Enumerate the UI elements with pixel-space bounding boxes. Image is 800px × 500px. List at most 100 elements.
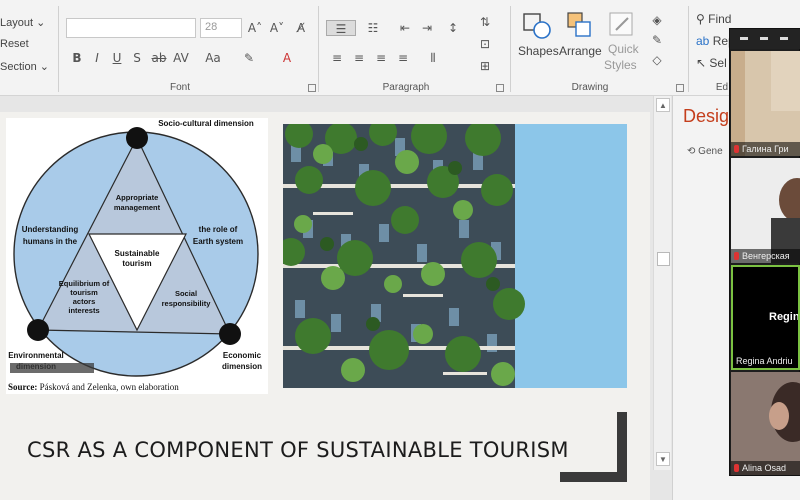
align-right-icon[interactable]: ≡ (372, 50, 390, 66)
top-label: Socio-cultural dimension (158, 119, 254, 128)
participant-tile[interactable]: Галина Гри (731, 51, 800, 156)
sustainability-diagram[interactable]: Socio-cultural dimension Understanding h… (6, 118, 268, 394)
participant-name: Венгерская (731, 249, 800, 263)
grow-font-icon[interactable]: A˄ (246, 20, 264, 36)
designer-title: Desig (683, 106, 730, 126)
reset-button[interactable]: Reset (0, 38, 29, 50)
vertical-scrollbar[interactable]: ▲ ▼ (653, 96, 671, 470)
text-direction-icon[interactable]: ⇅ (476, 14, 494, 30)
bullets-icon[interactable]: ☰ (326, 20, 356, 36)
participant-name: Галина Гри (731, 142, 800, 156)
layout-button[interactable]: Layout ⌄ (0, 16, 45, 29)
strikethrough-icon[interactable]: ab (150, 50, 168, 66)
change-case-icon[interactable]: Aa (204, 50, 222, 66)
font-color-icon[interactable]: A (278, 50, 296, 66)
shapes-icon (523, 13, 551, 39)
numbering-icon[interactable]: ☷ (364, 20, 382, 36)
decrease-indent-icon[interactable]: ⇤ (396, 20, 414, 36)
quick-styles-label-1: Quick (608, 42, 639, 56)
align-left-icon[interactable]: ≡ (328, 50, 346, 66)
arrange-icon (567, 12, 591, 37)
participant-tile-active[interactable]: Regin Regina Andriu (731, 265, 800, 370)
line-spacing-icon[interactable]: ↕ (444, 20, 462, 36)
divider (58, 6, 59, 92)
bold-icon[interactable]: B (68, 50, 86, 66)
participant-tile[interactable]: Alina Osad (731, 372, 800, 475)
designer-generating-text: ⟲ Gene (687, 146, 723, 157)
scroll-up-icon[interactable]: ▲ (656, 98, 670, 112)
left-tri-label-3: actors (73, 297, 96, 306)
justify-icon[interactable]: ≡ (394, 50, 412, 66)
underline-icon[interactable]: U (108, 50, 126, 66)
left-label-1: Understanding (22, 225, 79, 234)
bottom-right-label-1: Economic (223, 351, 262, 360)
divider (318, 6, 319, 92)
font-size-box[interactable]: 28 (200, 18, 242, 38)
shrink-font-icon[interactable]: A˅ (268, 20, 286, 36)
shadow-icon[interactable]: S (128, 50, 146, 66)
increase-indent-icon[interactable]: ⇥ (418, 20, 436, 36)
arrange-label: Arrange (559, 44, 602, 58)
quick-styles-label-2: Styles (604, 58, 637, 72)
shape-fill-icon[interactable]: ◈ (648, 12, 666, 28)
right-tri-label-2: responsibility (162, 299, 212, 308)
participant-video (731, 158, 800, 263)
section-button[interactable]: Section ⌄ (0, 60, 49, 73)
right-label-1: the role of (199, 225, 238, 234)
select-button[interactable]: ↖ Sel (696, 56, 727, 70)
align-text-icon[interactable]: ⊡ (476, 36, 494, 52)
participant-tile[interactable]: Венгерская (731, 158, 800, 263)
participant-name: Alina Osad (731, 461, 800, 475)
smartart-icon[interactable]: ⊞ (476, 58, 494, 74)
paragraph-group-label: Paragraph (382, 82, 430, 93)
bottom-right-node (219, 323, 241, 345)
source-caption: Source: Pásková and Zelenka, own elabora… (8, 382, 179, 392)
top-tri-label-2: management (114, 203, 161, 212)
minimize-icon[interactable] (740, 37, 748, 40)
align-center-icon[interactable]: ≡ (350, 50, 368, 66)
right-label-2: Earth system (193, 237, 243, 246)
shapes-label: Shapes (518, 44, 559, 58)
char-spacing-icon[interactable]: AV (172, 50, 190, 66)
font-group-label: Font (169, 82, 190, 93)
participant-initial-name: Regin (769, 311, 800, 323)
video-call-panel[interactable]: Галина Гри Венгерская Regin Regina Andri… (729, 28, 800, 476)
spinner-icon: ⟲ (687, 146, 696, 157)
divider (688, 6, 689, 92)
muted-mic-icon (734, 464, 739, 472)
quick-styles-button[interactable]: Quick Styles (604, 10, 640, 76)
drawing-dialog-launcher-icon[interactable] (676, 84, 684, 92)
gallery-icon[interactable] (760, 37, 768, 40)
font-dialog-launcher-icon[interactable] (308, 84, 316, 92)
arrange-button[interactable]: Arrange (558, 10, 602, 72)
find-button[interactable]: ⚲ Find (696, 12, 731, 26)
clear-format-icon[interactable]: A̸ (292, 20, 310, 36)
top-tri-label-1: Appropriate (116, 193, 159, 202)
right-tri-label-1: Social (175, 289, 197, 298)
italic-icon[interactable]: I (88, 50, 106, 66)
highlight-icon[interactable]: ✎ (240, 50, 258, 66)
vertical-forest-photo[interactable] (283, 124, 627, 388)
center-label-1: Sustainable (115, 249, 160, 258)
shape-effects-icon[interactable]: ◇ (648, 52, 666, 68)
bottom-left-node (27, 319, 49, 341)
expand-icon[interactable] (780, 37, 788, 40)
center-label-2: tourism (122, 259, 151, 268)
columns-icon[interactable]: ⫴ (424, 50, 442, 66)
shape-outline-icon[interactable]: ✎ (648, 32, 666, 48)
slide-title[interactable]: CSR AS A COMPONENT OF SUSTAINABLE TOURIS… (27, 438, 569, 462)
redacted-bar (10, 363, 94, 373)
scroll-thumb[interactable] (657, 252, 670, 266)
top-node (126, 127, 148, 149)
video-panel-titlebar (730, 29, 800, 49)
powerpoint-window: Layout ⌄ Reset Section ⌄ 28 A˄ A˅ A̸ B I… (0, 0, 800, 500)
scroll-down-icon[interactable]: ▼ (656, 452, 670, 466)
left-label-2: humans in the (23, 237, 78, 246)
quick-styles-icon (609, 12, 633, 36)
font-name-box[interactable] (66, 18, 196, 38)
select-cursor-icon: ↖ (696, 56, 707, 70)
paragraph-dialog-launcher-icon[interactable] (496, 84, 504, 92)
shapes-button[interactable]: Shapes (518, 10, 559, 72)
divider (510, 6, 511, 92)
muted-mic-icon (734, 145, 739, 153)
